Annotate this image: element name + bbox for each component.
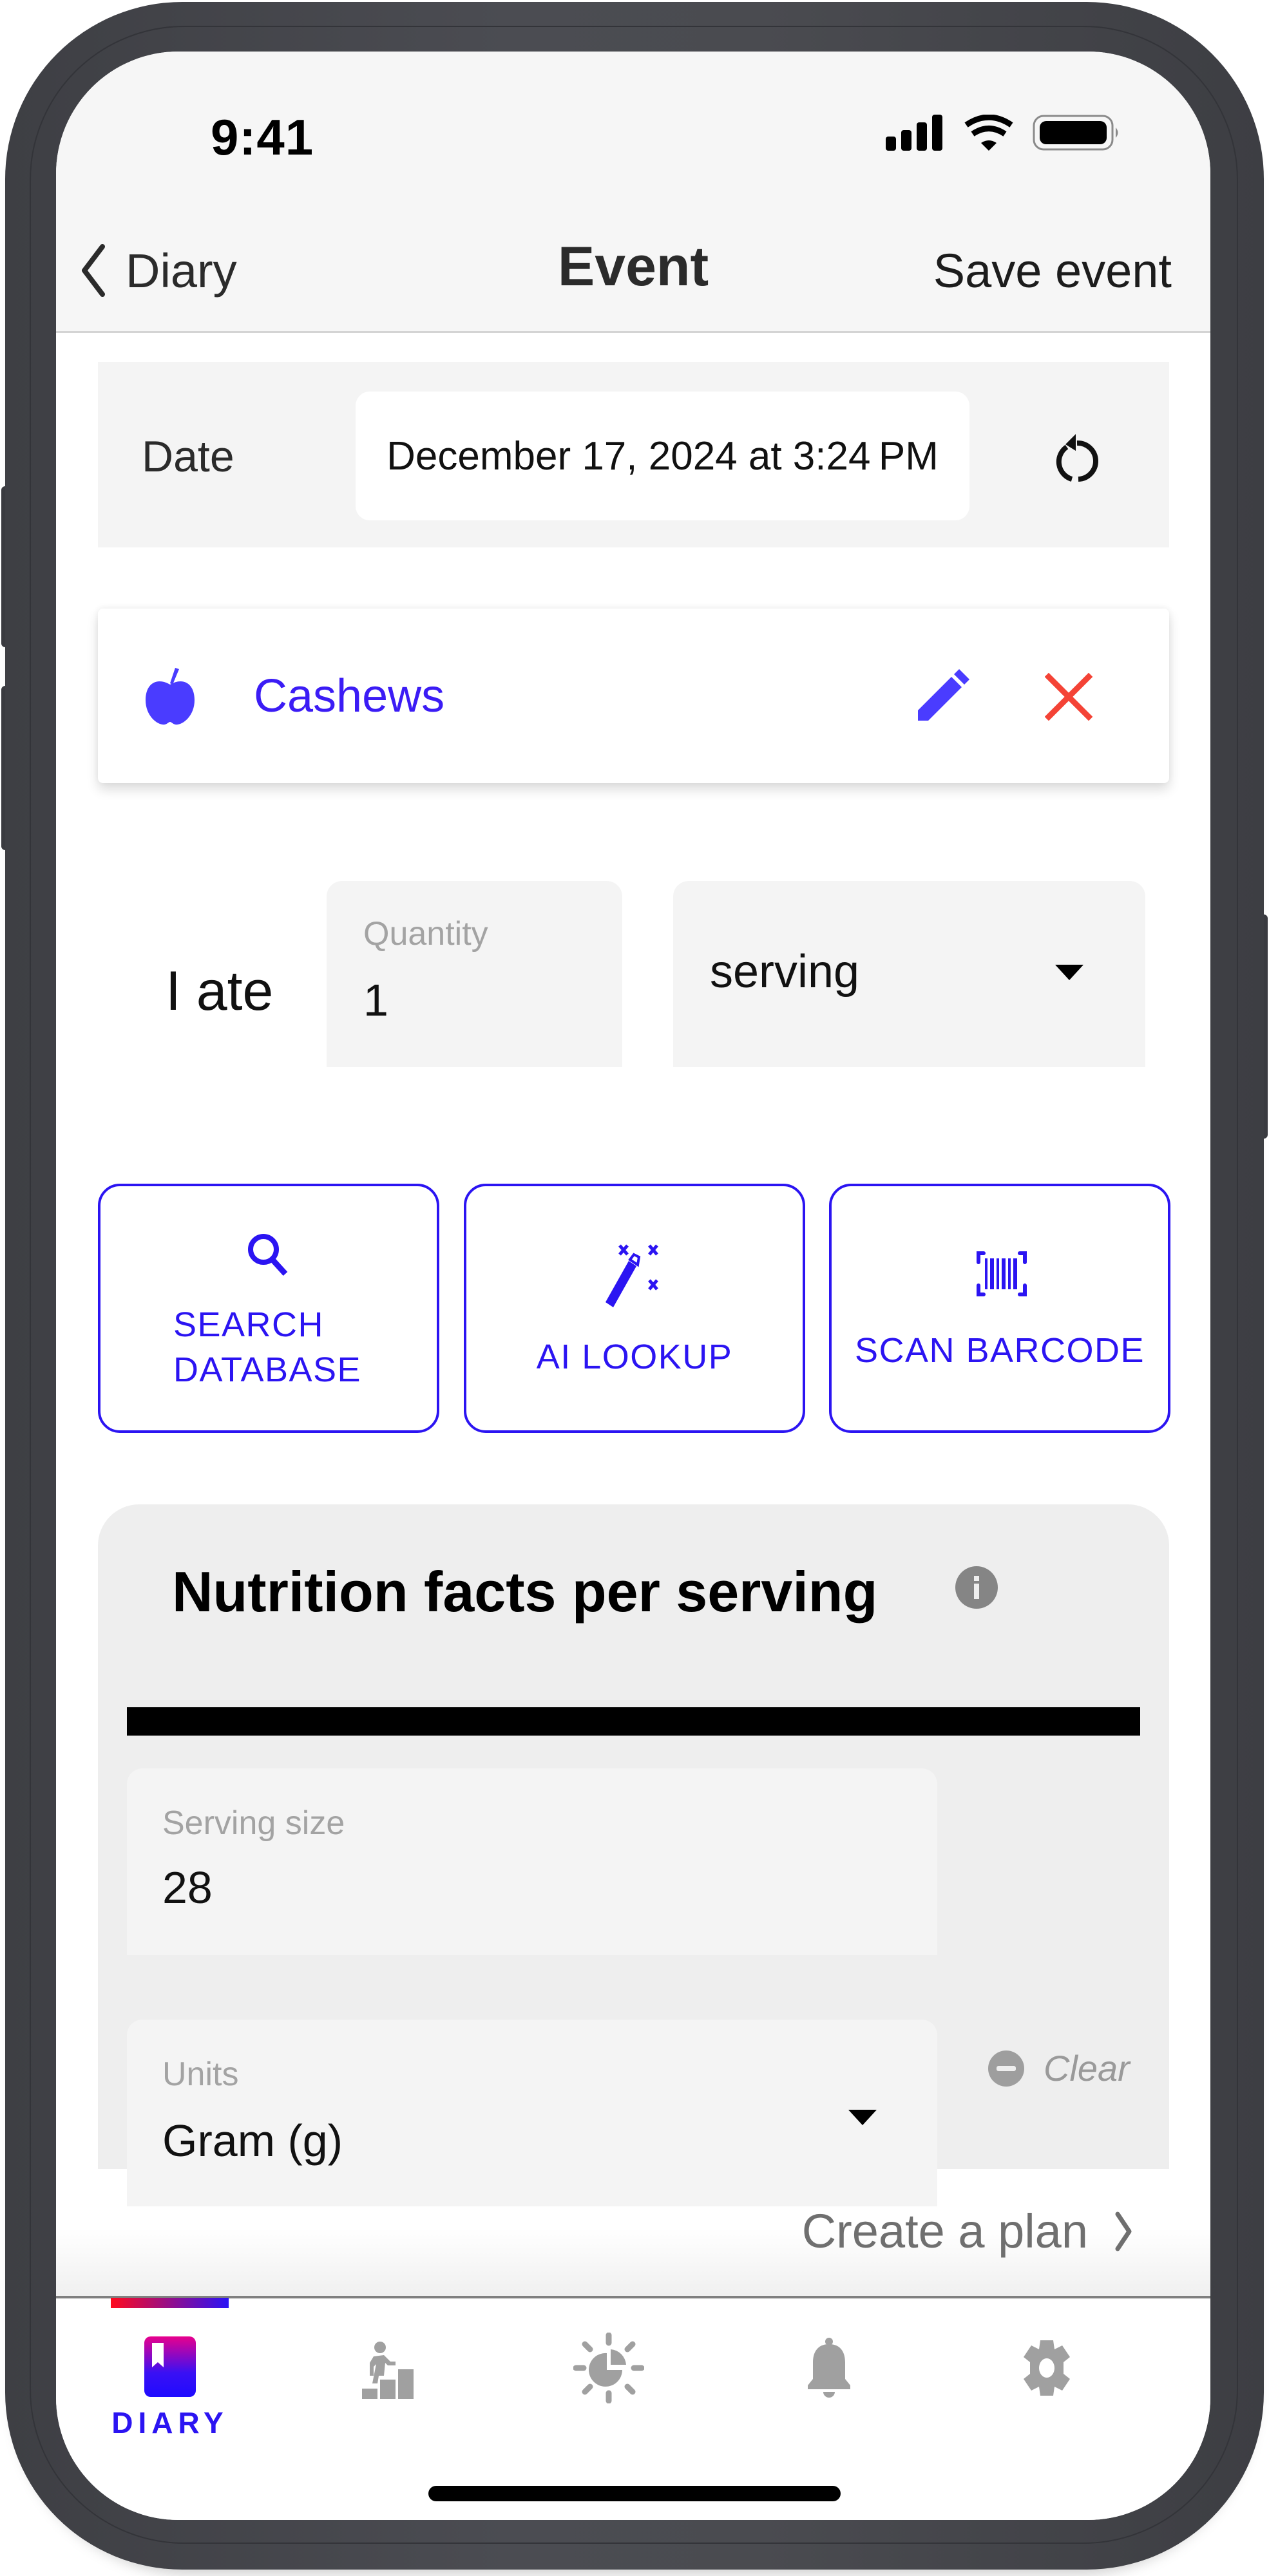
- quantity-input[interactable]: Quantity 1: [327, 881, 622, 1067]
- quantity-label: Quantity: [363, 915, 488, 952]
- units-label: Units: [162, 2056, 239, 2093]
- home-indicator[interactable]: [428, 2486, 841, 2501]
- serving-size-label: Serving size: [162, 1804, 345, 1842]
- magic-wand-icon: [606, 1244, 658, 1307]
- battery-icon: [1033, 115, 1118, 151]
- bell-icon: [808, 2338, 850, 2398]
- barcode-scan-icon: [977, 1251, 1027, 1296]
- close-icon[interactable]: [1045, 673, 1092, 721]
- units-select[interactable]: Units Gram (g): [127, 2020, 937, 2206]
- info-icon[interactable]: [955, 1566, 998, 1609]
- search-database-label-line1: SEARCH: [173, 1305, 325, 1344]
- nutrition-facts-card: Nutrition facts per serving Serving size…: [98, 1504, 1169, 2206]
- ai-lookup-label: AI LOOKUP: [536, 1338, 733, 1376]
- search-icon: [248, 1234, 288, 1276]
- tab-diary-label: DIARY: [111, 2406, 229, 2439]
- i-ate-label: I ate: [166, 960, 274, 1022]
- stairs-climb-icon: [362, 2342, 414, 2399]
- food-name[interactable]: Cashews: [254, 670, 444, 723]
- caret-down-icon: [848, 2110, 877, 2125]
- ai-lookup-button[interactable]: AI LOOKUP: [464, 1184, 805, 1433]
- date-row: Date December 17, 2024 at 3:24 PM: [98, 362, 1169, 547]
- apple-icon: [146, 668, 195, 725]
- screen: 9:41 Diary Event Save event Date Decembe…: [56, 52, 1210, 2520]
- nutrition-title: Nutrition facts per serving: [172, 1560, 878, 1624]
- serving-unit-select[interactable]: serving: [673, 881, 1145, 1067]
- status-time: 9:41: [211, 109, 314, 166]
- clear-units-button[interactable]: Clear: [988, 2047, 1130, 2089]
- nutrition-divider: [127, 1707, 1140, 1736]
- tab-notifications[interactable]: [752, 2318, 906, 2434]
- clear-label: Clear: [1044, 2048, 1130, 2088]
- diary-book-icon: [144, 2336, 196, 2397]
- scan-barcode-label: SCAN BARCODE: [854, 1331, 1145, 1370]
- date-picker[interactable]: December 17, 2024 at 3:24 PM: [356, 392, 969, 520]
- tab-progress[interactable]: [310, 2318, 465, 2434]
- quantity-value: 1: [363, 975, 388, 1025]
- gear-icon: [1024, 2340, 1070, 2396]
- save-event-button[interactable]: Save event: [933, 243, 1172, 298]
- tab-insights[interactable]: [531, 2318, 686, 2434]
- status-icons: [886, 115, 1118, 151]
- pencil-icon[interactable]: [913, 668, 971, 726]
- cellular-signal-icon: [886, 115, 942, 151]
- scan-barcode-button[interactable]: SCAN BARCODE: [829, 1184, 1170, 1433]
- create-plan-link[interactable]: Create a plan: [802, 2204, 1133, 2259]
- rotate-ccw-icon[interactable]: [1050, 431, 1102, 483]
- search-database-button[interactable]: SEARCH DATABASE: [98, 1184, 439, 1433]
- search-database-label-line2: DATABASE: [173, 1350, 362, 1389]
- create-plan-label: Create a plan: [801, 2204, 1088, 2258]
- date-label: Date: [142, 432, 234, 481]
- serving-unit-value: serving: [710, 946, 860, 998]
- serving-size-input[interactable]: Serving size 28: [127, 1768, 937, 1955]
- caret-down-icon: [1055, 965, 1083, 980]
- chevron-right-icon: [1115, 2211, 1132, 2251]
- tab-diary[interactable]: DIARY: [93, 2318, 247, 2439]
- minus-circle-icon: [988, 2050, 1024, 2087]
- active-tab-indicator: [111, 2298, 229, 2308]
- sun-chart-icon: [573, 2333, 644, 2403]
- tab-settings[interactable]: [969, 2318, 1124, 2434]
- food-item-card[interactable]: Cashews: [98, 609, 1169, 783]
- wifi-icon: [964, 115, 1013, 151]
- units-value: Gram (g): [162, 2116, 343, 2166]
- serving-size-value: 28: [162, 1862, 213, 1913]
